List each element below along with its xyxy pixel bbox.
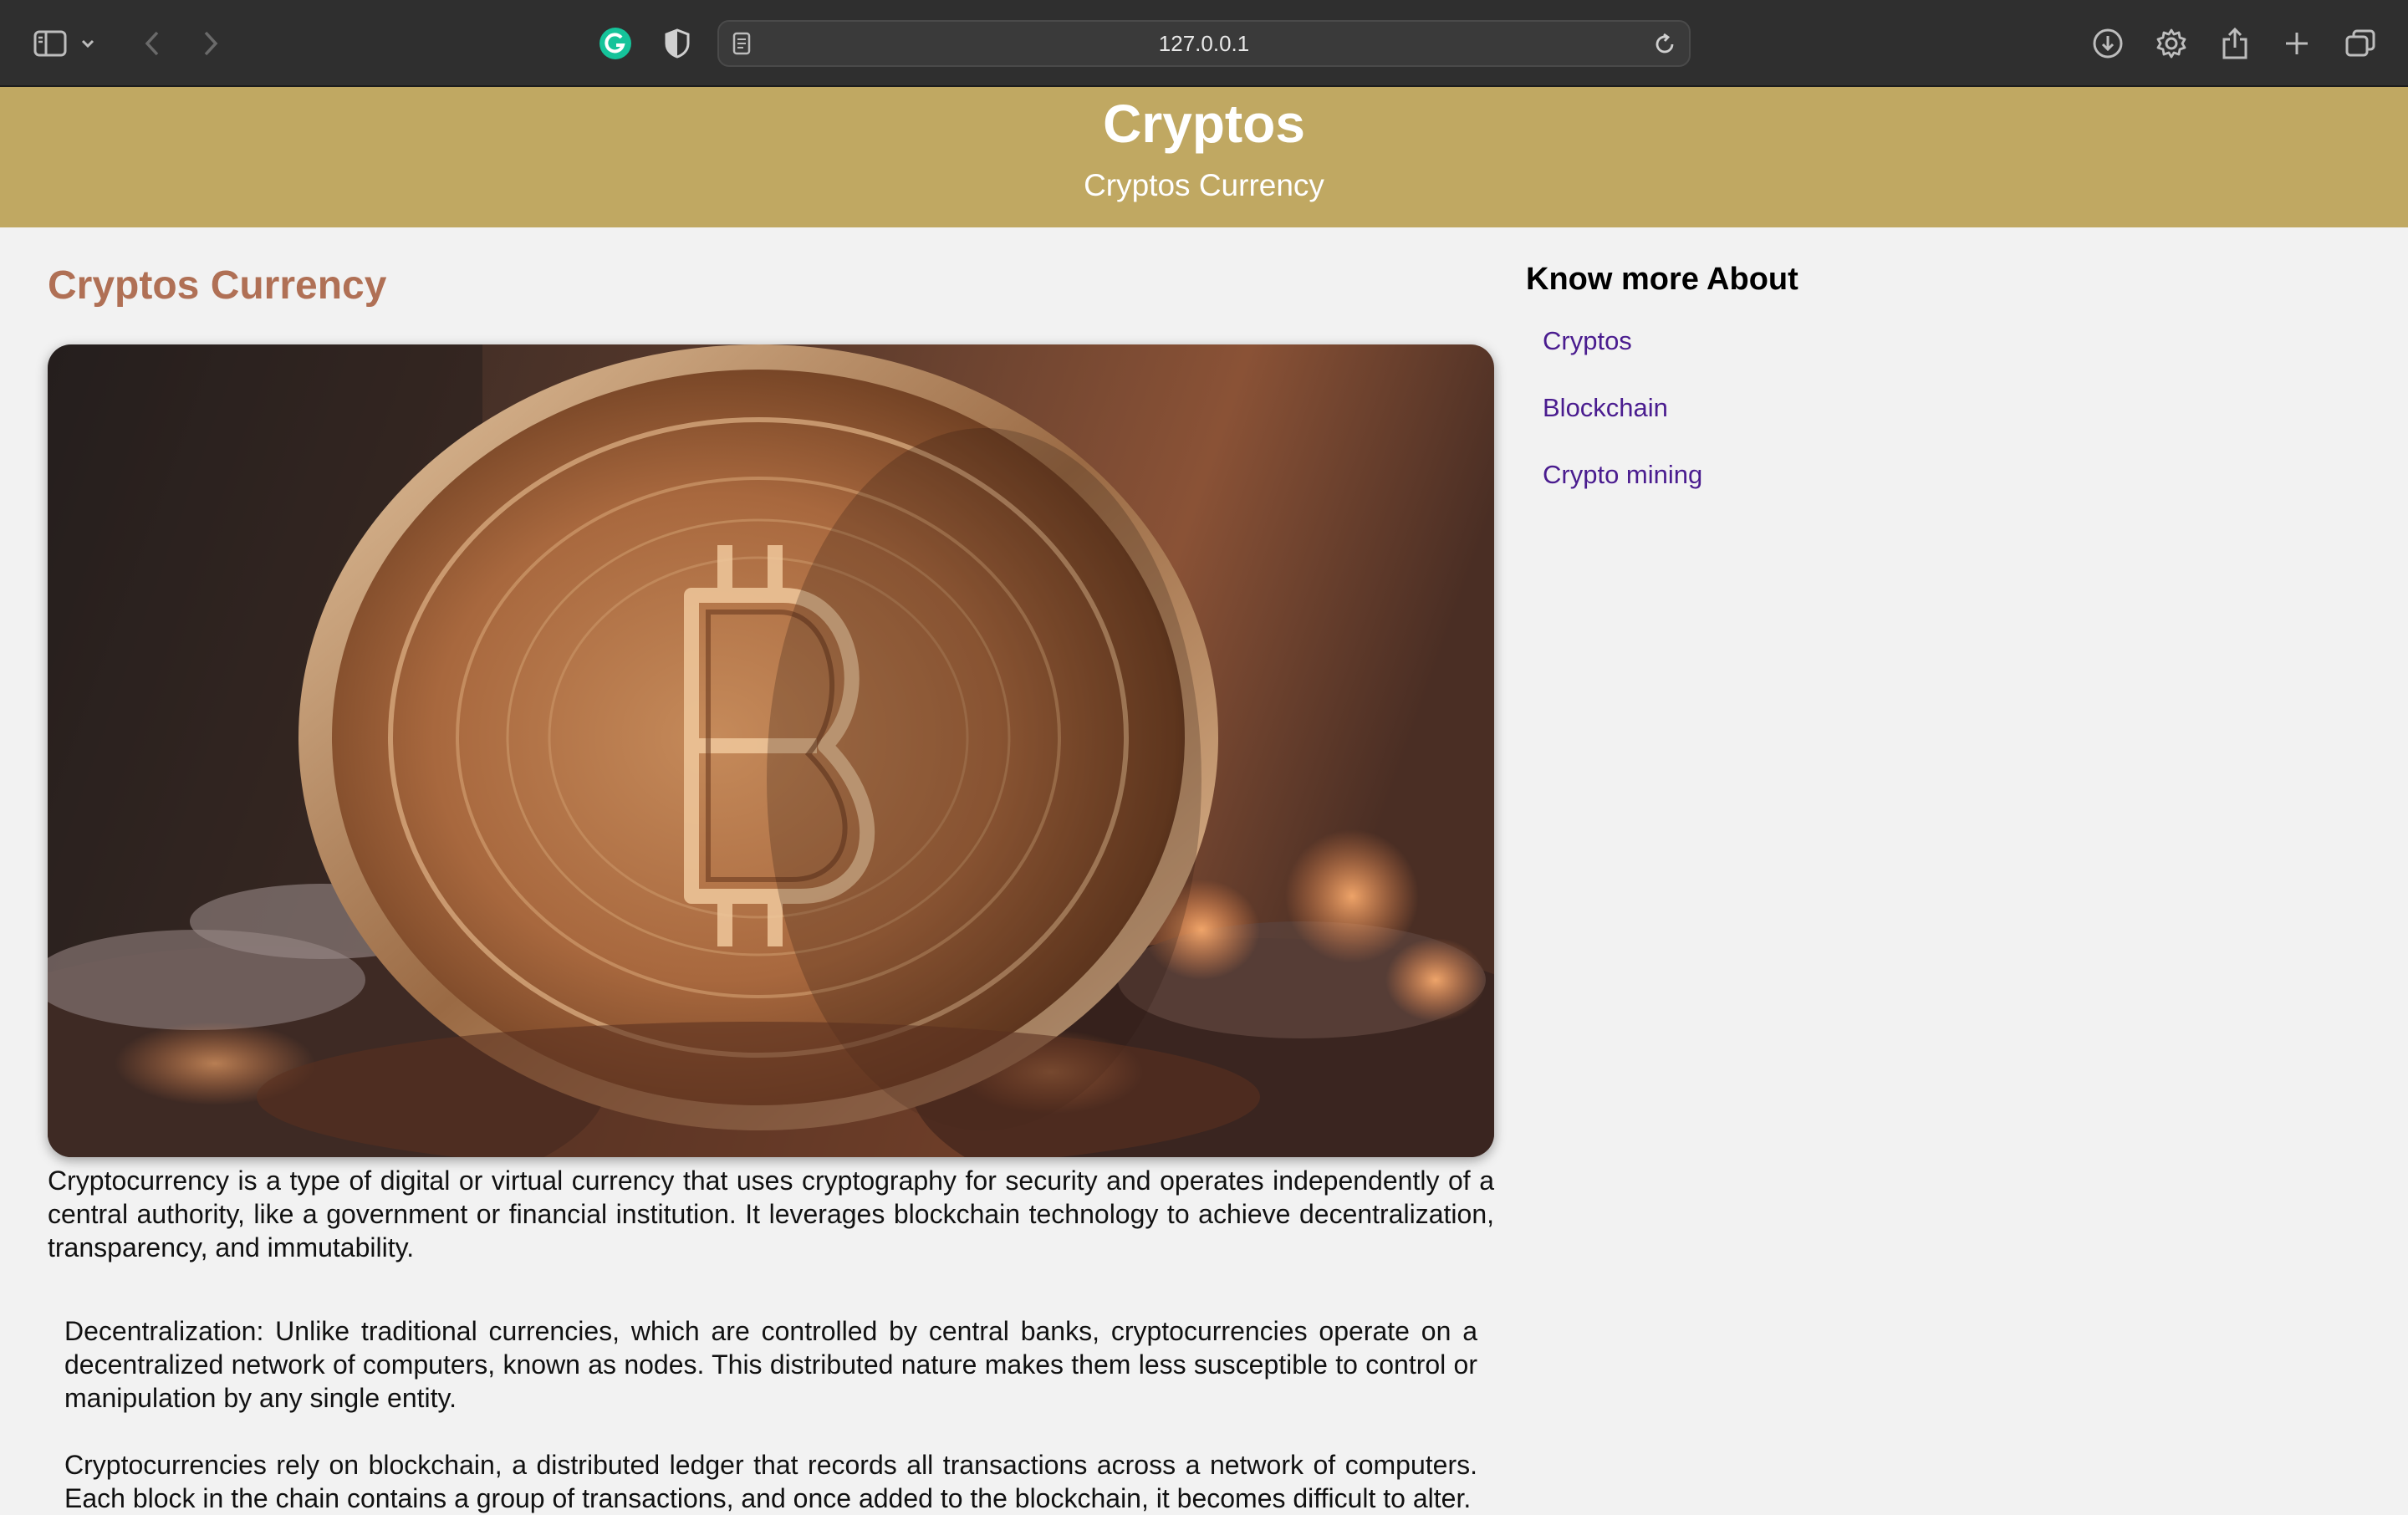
tab-overview-icon [2345,29,2375,57]
sidebar-item-crypto-mining: Crypto mining [1526,441,2028,508]
reload-icon[interactable] [1652,32,1677,57]
shield-icon [665,28,690,59]
site-header: Cryptos Cryptos Currency [0,87,2408,227]
browser-toolbar: 127.0.0.1 [0,0,2408,87]
blockchain-link[interactable]: Blockchain [1543,393,1668,422]
sidebar-links: Cryptos Blockchain Crypto mining [1526,308,2028,508]
back-arrow-icon [145,31,159,56]
sidebar-item-blockchain: Blockchain [1526,375,2028,441]
download-icon [2093,28,2123,59]
crypto-mining-link[interactable]: Crypto mining [1543,460,1702,489]
tab-overview-button[interactable] [2339,22,2382,65]
blockchain-paragraph: Cryptocurrencies rely on blockchain, a d… [64,1450,1477,1513]
sidebar-item-cryptos: Cryptos [1526,308,2028,375]
cryptos-link[interactable]: Cryptos [1543,326,1632,355]
intro-paragraph: Cryptocurrency is a type of digital or v… [48,1166,1494,1262]
bitcoin-coin-picture [48,344,1494,1157]
downloads-button[interactable] [2086,22,2130,65]
privacy-shield-button[interactable] [656,22,699,65]
forward-button[interactable] [189,22,232,65]
sidebar-icon [33,30,67,57]
bitcoin-image [48,344,1494,1157]
site-title: Cryptos [1103,94,1305,154]
new-tab-icon [2286,33,2308,54]
decentralization-paragraph: Decentralization: Unlike traditional cur… [64,1316,1477,1413]
grammarly-extension-button[interactable] [594,22,637,65]
back-button[interactable] [130,22,174,65]
share-button[interactable] [2213,22,2257,65]
share-icon [2222,27,2247,59]
address-bar[interactable]: 127.0.0.1 [717,20,1691,67]
article-title: Cryptos Currency [48,263,387,308]
forward-arrow-icon [204,31,218,56]
site-subtitle: Cryptos Currency [1084,168,1324,202]
main-article: Cryptos Currency Cryptocurrency is a typ… [48,227,1494,1515]
sidebar: Know more About Cryptos Blockchain Crypt… [1526,227,2028,508]
sidebar-heading: Know more About [1526,262,1798,297]
sidebar-toggle-button[interactable] [28,22,72,65]
gear-icon [2156,28,2186,59]
chevron-down-icon [81,39,94,48]
sidebar-menu-button[interactable] [75,22,100,65]
grammarly-icon [599,28,631,59]
url-text: 127.0.0.1 [1158,30,1250,56]
settings-button[interactable] [2150,22,2193,65]
new-tab-button[interactable] [2275,22,2319,65]
